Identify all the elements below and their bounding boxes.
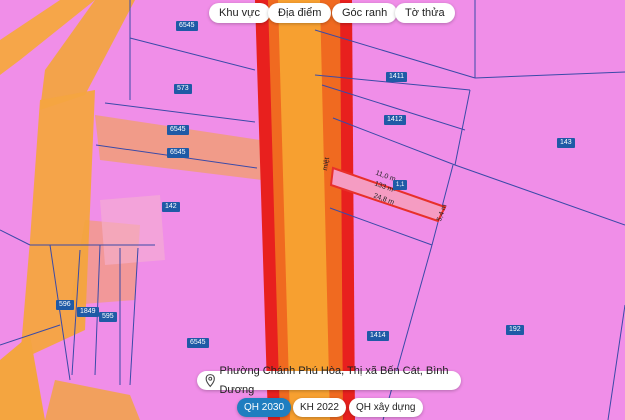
parcel-label[interactable]: 596 [56, 300, 74, 310]
parcel-label[interactable]: 6545 [187, 338, 209, 348]
parcel-label[interactable]: 1414 [367, 331, 389, 341]
parcel-label[interactable]: 1411 [386, 72, 408, 82]
parcel-label[interactable]: 6545 [176, 21, 198, 31]
main-road [255, 0, 355, 420]
filter-to-thua[interactable]: Tờ thửa [395, 3, 455, 23]
parcel-label[interactable]: 1412 [384, 115, 406, 125]
address-bar[interactable]: Phường Chánh Phú Hòa, Thị xã Bến Cát, Bì… [197, 365, 461, 396]
filter-dia-diem[interactable]: Địa điểm [268, 3, 332, 23]
parcel-label[interactable]: 142 [162, 202, 180, 212]
parcel-label[interactable]: 573 [174, 84, 192, 94]
location-pin-icon [205, 374, 215, 388]
parcel-label[interactable]: 192 [506, 325, 524, 335]
tab-kh-2022[interactable]: KH 2022 [293, 398, 346, 417]
parcel-label[interactable]: 143 [557, 138, 575, 148]
map-canvas[interactable] [0, 0, 625, 420]
parcel-label[interactable]: 1849 [77, 307, 99, 317]
tab-qh-xay-dung[interactable]: QH xây dựng [349, 398, 423, 417]
parcel-number-badge[interactable]: 1,1 [393, 180, 408, 190]
address-text: Phường Chánh Phú Hòa, Thị xã Bến Cát, Bì… [219, 364, 449, 396]
parcel-label[interactable]: 595 [99, 312, 117, 322]
tab-qh-2030[interactable]: QH 2030 [237, 398, 292, 417]
filter-goc-ranh[interactable]: Góc ranh [332, 3, 398, 23]
parcel-label[interactable]: 6545 [167, 148, 189, 158]
parcel-label[interactable]: 6545 [167, 125, 189, 135]
filter-khu-vuc[interactable]: Khu vực [209, 3, 270, 23]
